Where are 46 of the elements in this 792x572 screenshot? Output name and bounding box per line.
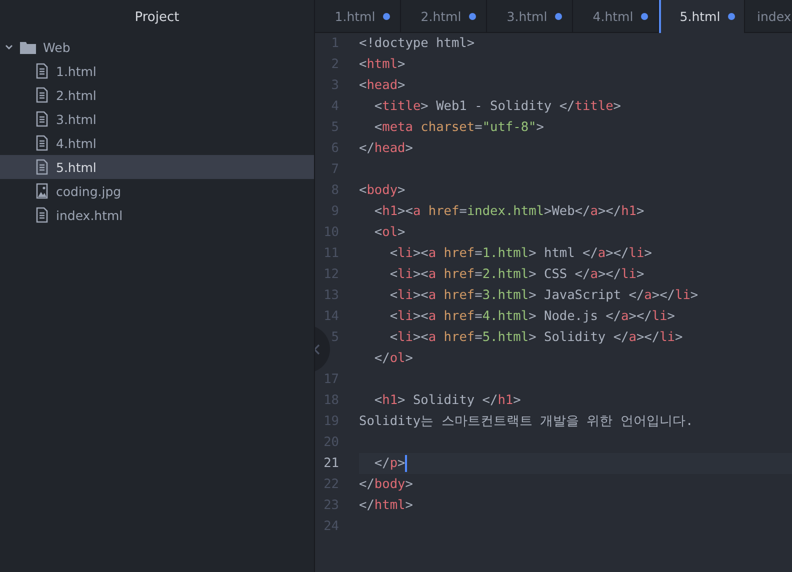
code-line: <li><a href=1.html> html </a></li>: [388, 245, 652, 263]
code-line: <html>: [359, 56, 406, 74]
code-line: <h1><a href=index.html>Web</a></h1>: [373, 203, 644, 221]
file-tab[interactable]: 2.html: [401, 0, 487, 33]
file-tab[interactable]: 5.html: [659, 0, 745, 33]
chevron-icon: [315, 344, 320, 354]
code-line: <head>: [359, 77, 406, 95]
file-tab[interactable]: 4.html: [573, 0, 659, 33]
code-line: <li><a href=5.html> Solidity </a></li>: [388, 329, 683, 347]
tree-item[interactable]: 2.html: [0, 83, 314, 107]
file-tab[interactable]: 1.html: [315, 0, 401, 33]
tree-item[interactable]: 4.html: [0, 131, 314, 155]
file-icon: [35, 87, 49, 103]
file-icon: [35, 207, 49, 223]
file-tab[interactable]: 3.html: [487, 0, 573, 33]
code-line: <li><a href=2.html> CSS </a></li>: [388, 266, 644, 284]
code-line: <body>: [359, 182, 406, 200]
code-line: </ol>: [373, 350, 413, 368]
file-icon: [35, 159, 49, 175]
image-file-icon: [35, 183, 49, 199]
tree-item[interactable]: 1.html: [0, 59, 314, 83]
tree-item[interactable]: Web: [0, 35, 314, 59]
chevron-icon: [5, 43, 13, 51]
tree-item[interactable]: 3.html: [0, 107, 314, 131]
code-line: <li><a href=3.html> JavaScript </a></li>: [388, 287, 698, 305]
tree-item[interactable]: 5.html: [0, 155, 314, 179]
tree-item[interactable]: coding.jpg: [0, 179, 314, 203]
code-line: <h1> Solidity </h1>: [373, 392, 521, 410]
code-line: </html>: [359, 497, 413, 515]
file-icon: [35, 135, 49, 151]
panel-title: Project: [134, 10, 180, 24]
line-number: 21: [324, 456, 339, 471]
code-line: <li><a href=4.html> Node.js </a></li>: [388, 308, 676, 326]
folder-icon: [20, 40, 36, 54]
tree-item[interactable]: index.html: [0, 203, 314, 227]
code-line: <ol>: [373, 224, 406, 242]
code-line: <!doctype html>: [359, 35, 475, 53]
file-icon: [35, 63, 49, 79]
file-icon: [35, 111, 49, 127]
code-line: </p>: [373, 455, 406, 473]
code-line: Solidity는 스마트컨트랙트 개발을 위한 언어입니다.: [359, 413, 694, 431]
code-line: </body>: [359, 476, 413, 494]
code-line: <meta charset="utf-8">: [373, 119, 544, 137]
code-line: <title> Web1 - Solidity </title>: [373, 98, 621, 116]
text-cursor: [405, 455, 408, 472]
code-line: </head>: [359, 140, 413, 158]
